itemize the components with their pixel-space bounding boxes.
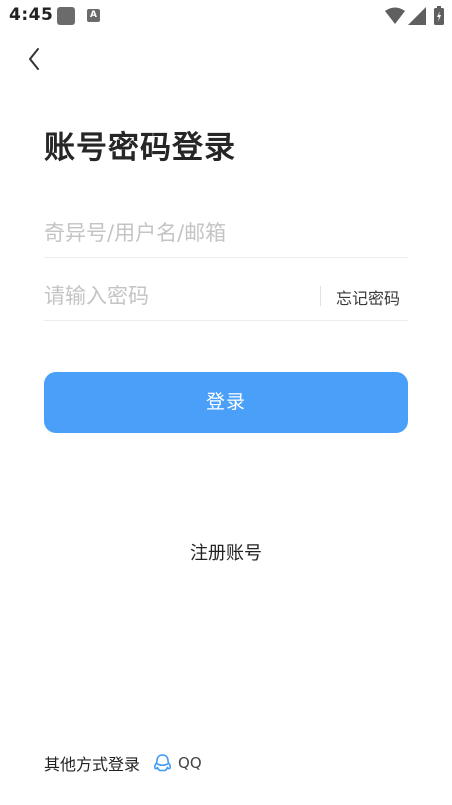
qq-login-button[interactable]: QQ	[153, 753, 202, 773]
a-notification-icon: A	[87, 9, 100, 22]
qq-icon	[153, 754, 172, 772]
back-button[interactable]	[22, 44, 48, 74]
password-field: 忘记密码	[44, 272, 408, 321]
account-field	[44, 209, 408, 258]
other-login-section: 其他方式登录 QQ	[44, 751, 202, 775]
other-login-label: 其他方式登录	[44, 755, 141, 774]
register-link[interactable]: 注册账号	[0, 539, 452, 565]
password-input[interactable]	[44, 272, 314, 320]
battery-charging-icon	[434, 6, 444, 25]
field-divider	[320, 286, 321, 306]
status-bar: 4:45 A	[0, 0, 452, 32]
forgot-password-link[interactable]: 忘记密码	[336, 285, 400, 309]
status-time: 4:45	[9, 5, 54, 25]
qq-login-label: QQ	[178, 754, 202, 772]
cell-signal-icon	[408, 7, 426, 25]
page-title: 账号密码登录	[44, 130, 236, 166]
account-input[interactable]	[44, 209, 314, 257]
notification-square-icon	[57, 7, 75, 25]
chevron-left-icon	[29, 48, 39, 70]
login-button[interactable]: 登录	[44, 372, 408, 433]
wifi-icon	[385, 7, 405, 24]
